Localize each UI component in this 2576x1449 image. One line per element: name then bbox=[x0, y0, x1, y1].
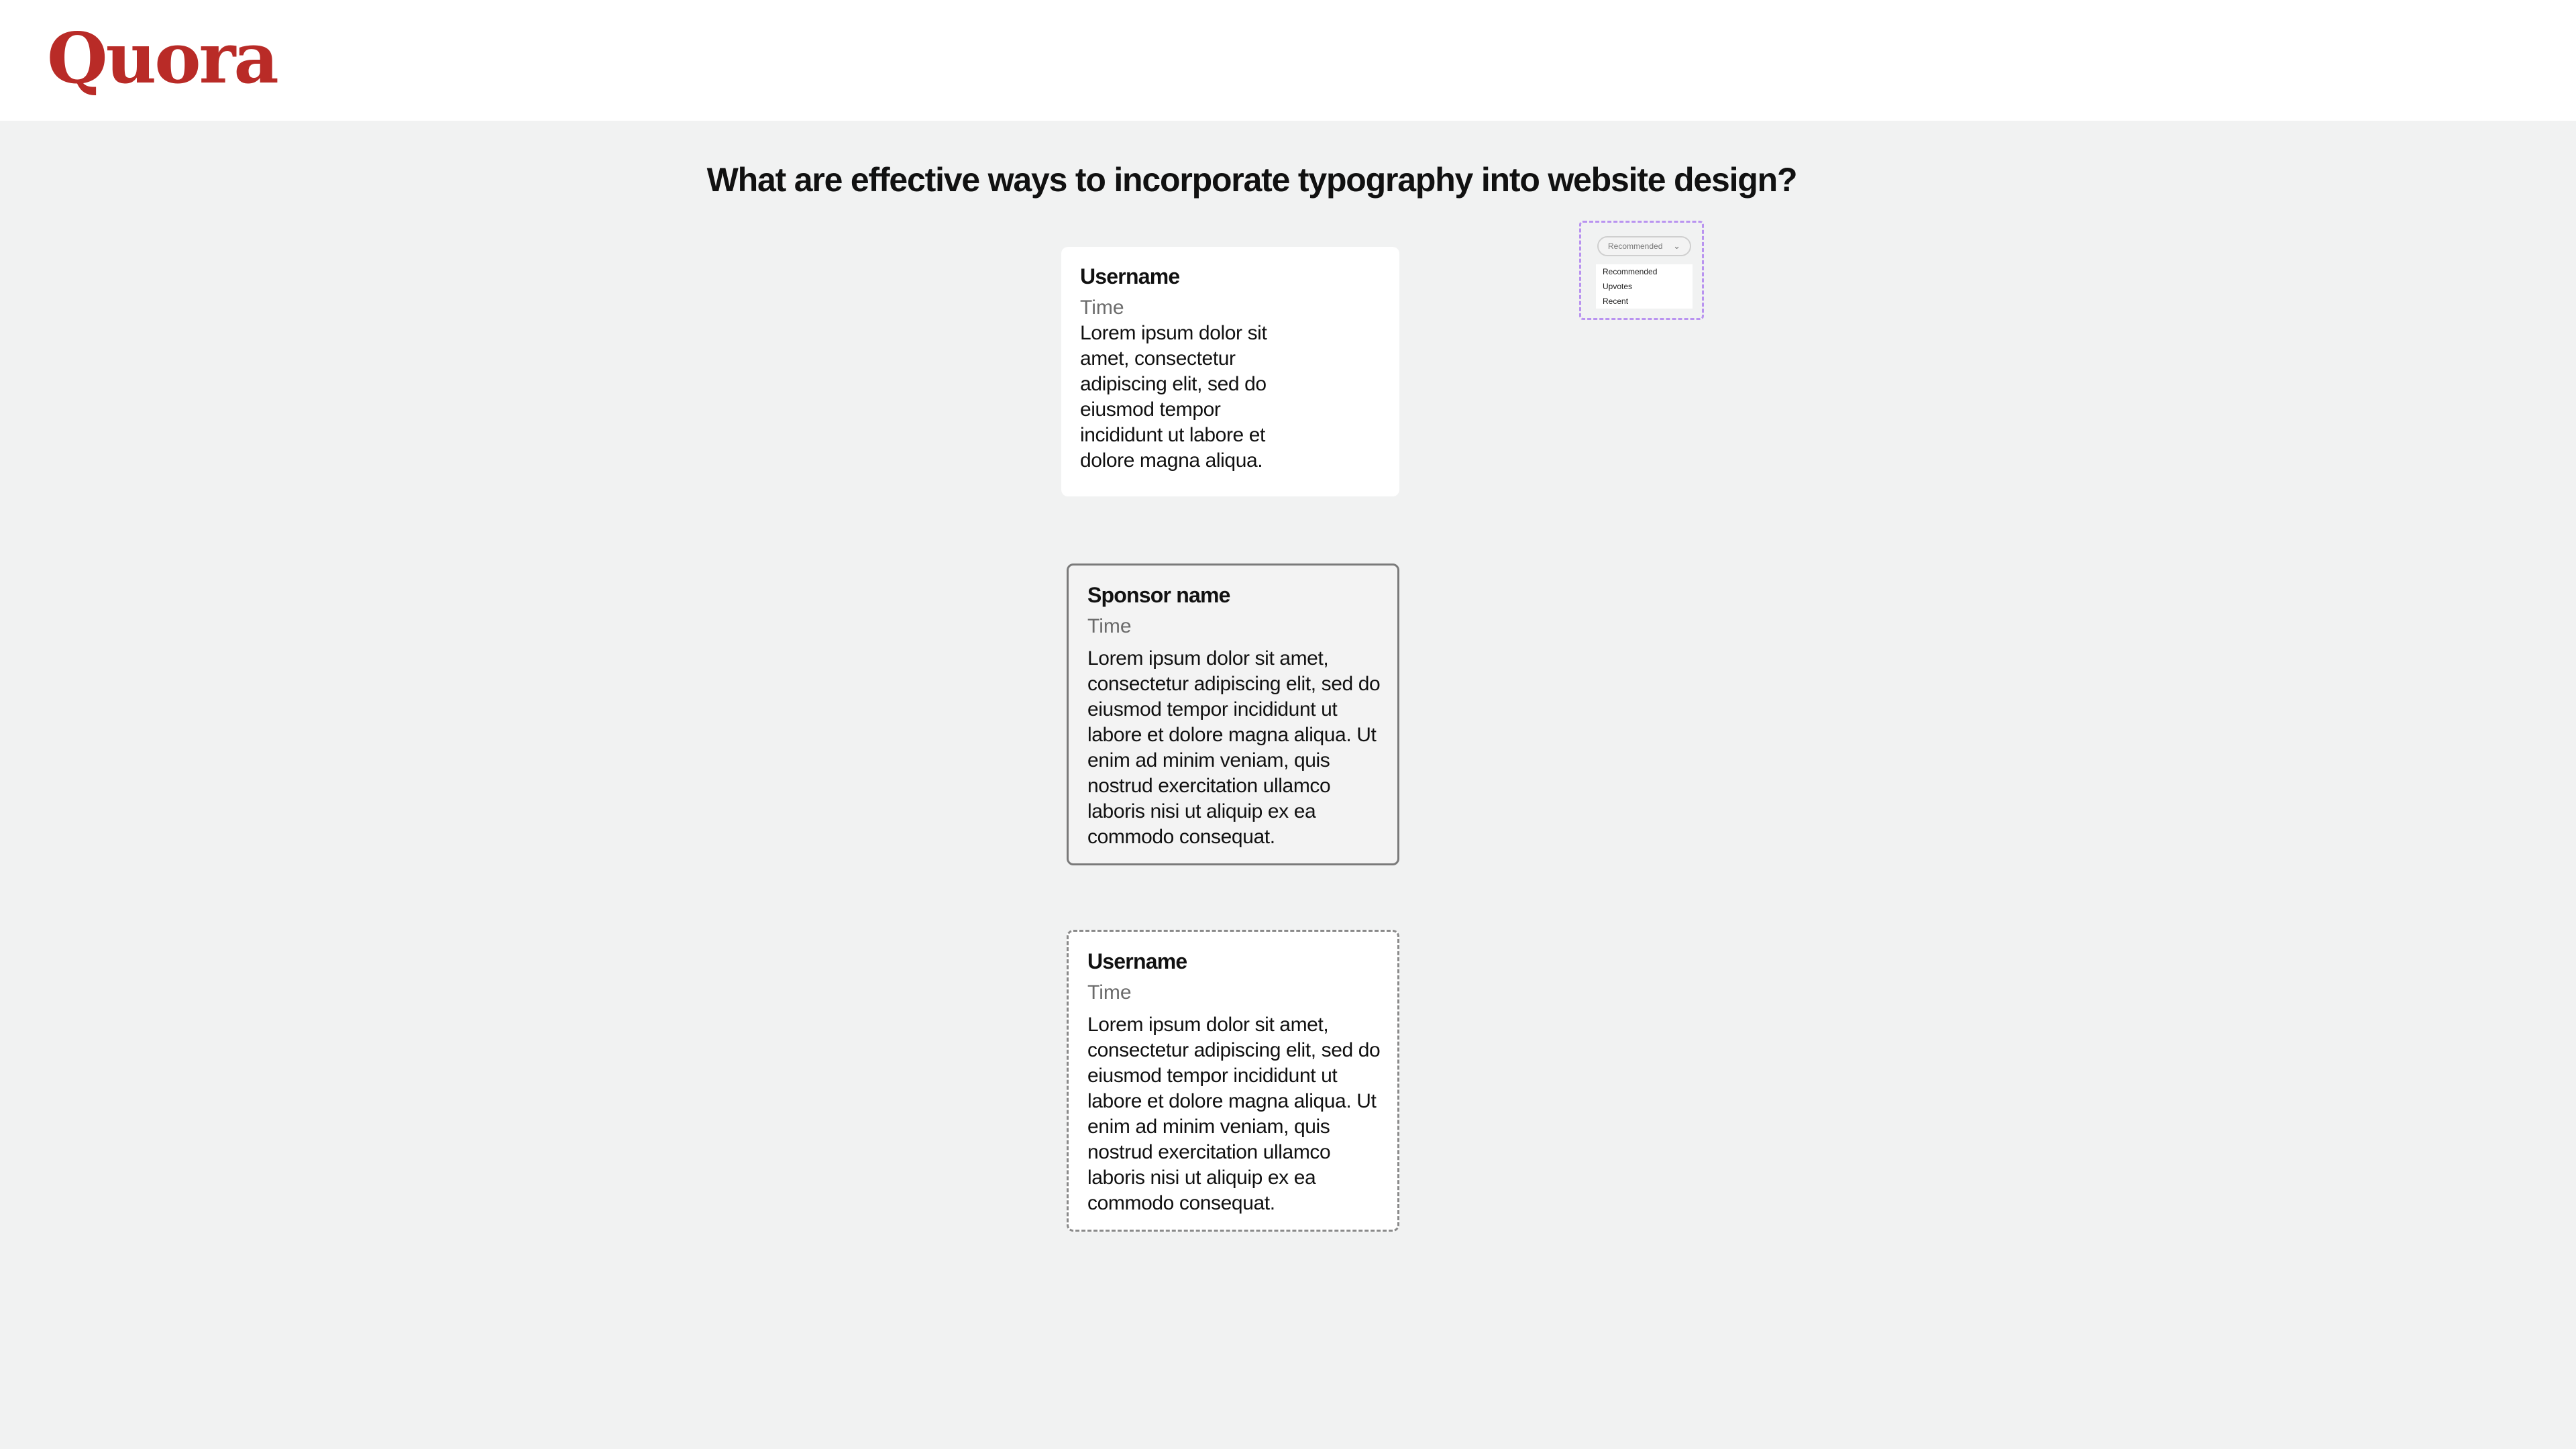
sort-selected-label: Recommended bbox=[1608, 241, 1663, 251]
sponsor-name[interactable]: Sponsor name bbox=[1087, 580, 1383, 610]
quora-logo[interactable]: Quora bbox=[47, 15, 279, 102]
sort-button[interactable]: Recommended ⌄ bbox=[1597, 236, 1691, 256]
chevron-down-icon: ⌄ bbox=[1673, 241, 1680, 251]
answer-text: Lorem ipsum dolor sit amet, consectetur … bbox=[1080, 322, 1267, 472]
question-title: What are effective ways to incorporate t… bbox=[706, 161, 1798, 199]
sort-dropdown: Recommended ⌄ Recommended Upvotes Recent bbox=[1579, 221, 1704, 320]
answer-card: Username Time Lorem ipsum dolor sit amet… bbox=[1067, 930, 1399, 1232]
sponsored-answer-card: Sponsor name Time Lorem ipsum dolor sit … bbox=[1067, 564, 1399, 865]
answer-time: Time bbox=[1080, 297, 1124, 319]
answer-author[interactable]: Username bbox=[1087, 947, 1383, 976]
answer-card: Username Time Lorem ipsum dolor sit amet… bbox=[1061, 247, 1399, 496]
sort-option-recent[interactable]: Recent bbox=[1596, 294, 1693, 309]
sort-option-recommended[interactable]: Recommended bbox=[1596, 264, 1693, 279]
answer-time: Time bbox=[1087, 981, 1132, 1004]
answer-text: Lorem ipsum dolor sit amet, consectetur … bbox=[1087, 647, 1381, 848]
sort-option-upvotes[interactable]: Upvotes bbox=[1596, 279, 1693, 294]
answer-author[interactable]: Username bbox=[1080, 262, 1281, 291]
answer-time: Time bbox=[1087, 615, 1132, 637]
sort-menu: Recommended Upvotes Recent bbox=[1596, 264, 1693, 309]
answer-text: Lorem ipsum dolor sit amet, consectetur … bbox=[1087, 1014, 1381, 1214]
top-header: Quora bbox=[0, 0, 2576, 121]
